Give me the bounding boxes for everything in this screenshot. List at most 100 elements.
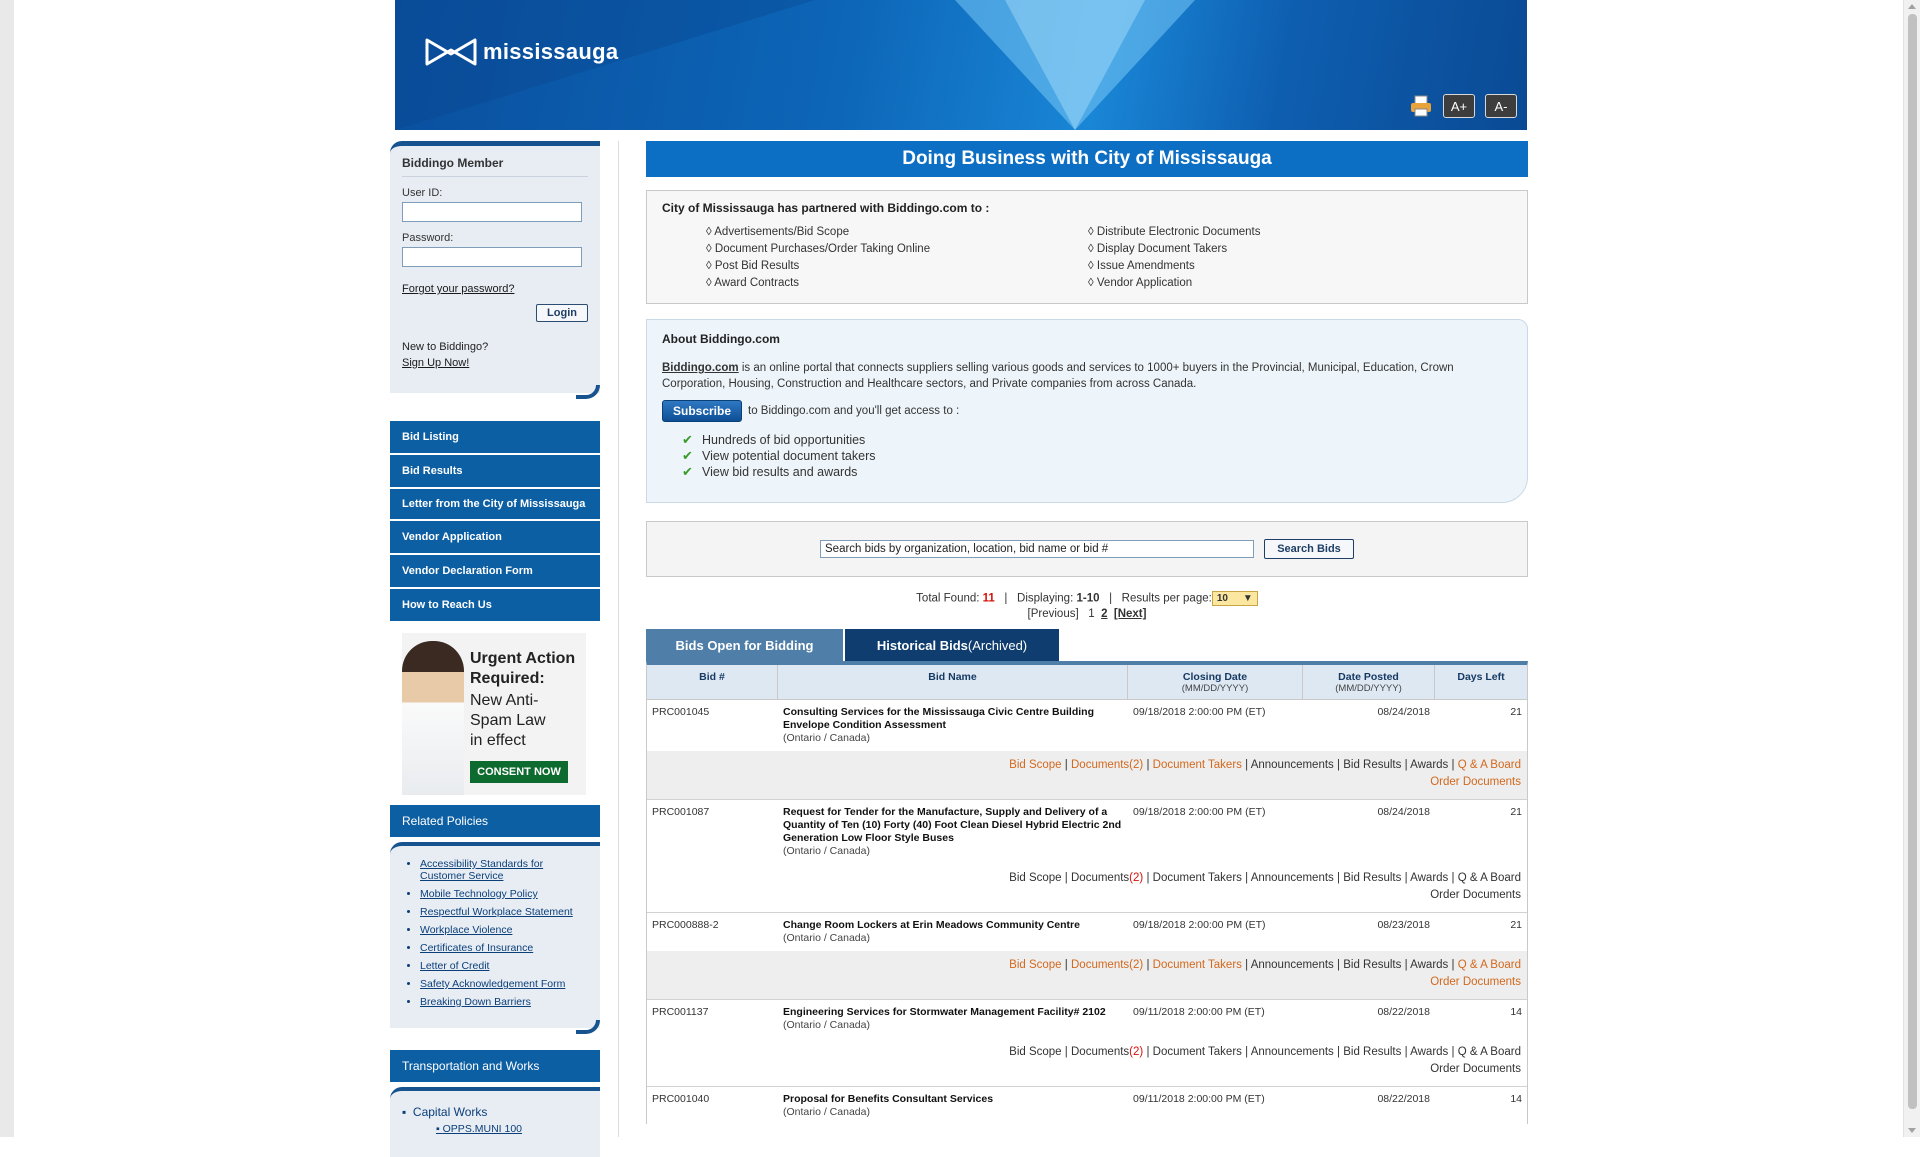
policy-link[interactable]: Accessibility Standards for Customer Ser…	[420, 858, 543, 882]
forgot-password-link[interactable]: Forgot your password?	[402, 283, 515, 295]
capital-works-link[interactable]: Capital Works	[413, 1105, 487, 1119]
ad-title-line2: Required:	[470, 670, 545, 687]
announcements-link[interactable]: Announcements	[1251, 1046, 1334, 1058]
scrollbar-thumb[interactable]	[1908, 14, 1917, 1109]
opps-muni-link[interactable]: OPPS.MUNI 100	[443, 1123, 522, 1135]
documents-link[interactable]: Documents(2)	[1071, 759, 1143, 771]
document-takers-link[interactable]: Document Takers	[1153, 872, 1242, 884]
displaying-range: 1-10	[1076, 592, 1100, 605]
partner-list-right: ◊ Distribute Electronic Documents ◊ Disp…	[1044, 224, 1426, 292]
table-row: PRC001045 Consulting Services for the Mi…	[647, 700, 1527, 800]
password-input[interactable]	[402, 247, 582, 267]
bid-name-link[interactable]: Engineering Services for Stormwater Mana…	[783, 1006, 1106, 1018]
sidebar-item-letter[interactable]: Letter from the City of Mississauga	[390, 489, 600, 521]
bid-number: PRC001045	[652, 706, 710, 718]
page-2-link[interactable]: 2	[1101, 608, 1107, 620]
list-item[interactable]: Workplace Violence	[420, 924, 588, 936]
announcements-link[interactable]: Announcements	[1251, 759, 1334, 771]
policy-link[interactable]: Breaking Down Barriers	[420, 996, 531, 1008]
policy-link[interactable]: Respectful Workplace Statement	[420, 906, 573, 918]
sidebar-item-vendor-declaration[interactable]: Vendor Declaration Form	[390, 555, 600, 589]
consent-now-button[interactable]: CONSENT NOW	[470, 761, 568, 783]
bid-scope-link[interactable]: Bid Scope	[1009, 872, 1061, 884]
qa-board-link[interactable]: Q & A Board	[1458, 959, 1521, 971]
list-item[interactable]: Mobile Technology Policy	[420, 888, 588, 900]
qa-board-link[interactable]: Q & A Board	[1458, 759, 1521, 771]
awards-link[interactable]: Awards	[1410, 872, 1448, 884]
policy-link[interactable]: Letter of Credit	[420, 960, 489, 972]
order-documents-link[interactable]: Order Documents	[1430, 776, 1521, 788]
bid-results-link[interactable]: Bid Results	[1343, 872, 1401, 884]
bid-name-link[interactable]: Proposal for Benefits Consultant Service…	[783, 1093, 993, 1105]
awards-link[interactable]: Awards	[1410, 1046, 1448, 1058]
mississauga-logo[interactable]: mississauga	[425, 36, 618, 68]
printer-icon[interactable]	[1409, 94, 1433, 118]
policy-link[interactable]: Safety Acknowledgement Form	[420, 978, 565, 990]
sidebar-item-bid-results[interactable]: Bid Results	[390, 455, 600, 489]
signup-link[interactable]: Sign Up Now!	[402, 357, 469, 369]
about-text: Biddingo.com is an online portal that co…	[662, 362, 1454, 390]
bid-name-link[interactable]: Consulting Services for the Mississauga …	[783, 706, 1094, 731]
list-item[interactable]: Letter of Credit	[420, 960, 588, 972]
list-item[interactable]: Safety Acknowledgement Form	[420, 978, 588, 990]
bid-number: PRC001137	[652, 1006, 709, 1018]
policy-link[interactable]: Workplace Violence	[420, 924, 512, 936]
font-increase-button[interactable]: A+	[1443, 94, 1475, 118]
policy-link[interactable]: Certificates of Insurance	[420, 942, 533, 954]
document-takers-link[interactable]: Document Takers	[1153, 1046, 1242, 1058]
login-button[interactable]: Login	[536, 304, 588, 322]
search-input[interactable]: Search bids by organization, location, b…	[820, 540, 1254, 558]
results-per-page-select[interactable]: 10 ▼	[1211, 591, 1258, 606]
documents-link[interactable]: Documents(2)	[1071, 1046, 1143, 1058]
subscribe-button[interactable]: Subscribe	[662, 400, 742, 422]
closing-date: 09/18/2018 2:00:00 PM (ET)	[1133, 706, 1266, 718]
chevron-down-icon: ▼	[1242, 593, 1253, 604]
tab-historical-bids[interactable]: Historical Bids (Archived)	[845, 629, 1059, 661]
partner-panel: City of Mississauga has partnered with B…	[646, 190, 1528, 304]
announcements-link[interactable]: Announcements	[1251, 872, 1334, 884]
list-item[interactable]: Breaking Down Barriers	[420, 996, 588, 1008]
announcements-link[interactable]: Announcements	[1251, 959, 1334, 971]
order-documents-link[interactable]: Order Documents	[1430, 976, 1521, 988]
search-bids-button[interactable]: Search Bids	[1264, 539, 1354, 559]
sidebar-item-how-to-reach[interactable]: How to Reach Us	[390, 589, 600, 623]
qa-board-link[interactable]: Q & A Board	[1458, 1046, 1521, 1058]
previous-page-link[interactable]: [Previous]	[1028, 608, 1079, 620]
list-item[interactable]: Certificates of Insurance	[420, 942, 588, 954]
bid-scope-link[interactable]: Bid Scope	[1009, 1046, 1061, 1058]
tab-bids-open[interactable]: Bids Open for Bidding	[646, 629, 843, 661]
order-documents-link[interactable]: Order Documents	[1430, 1063, 1521, 1075]
bid-results-link[interactable]: Bid Results	[1343, 959, 1401, 971]
awards-link[interactable]: Awards	[1410, 959, 1448, 971]
policy-link[interactable]: Mobile Technology Policy	[420, 888, 538, 900]
awards-link[interactable]: Awards	[1410, 759, 1448, 771]
user-id-input[interactable]	[402, 202, 582, 222]
font-decrease-button[interactable]: A-	[1485, 94, 1517, 118]
bid-scope-link[interactable]: Bid Scope	[1009, 759, 1061, 771]
sidebar-item-bid-listing[interactable]: Bid Listing	[390, 421, 600, 455]
list-item[interactable]: Respectful Workplace Statement	[420, 906, 588, 918]
document-takers-link[interactable]: Document Takers	[1153, 959, 1242, 971]
bid-scope-link[interactable]: Bid Scope	[1009, 959, 1061, 971]
sidebar-item-vendor-application[interactable]: Vendor Application	[390, 521, 600, 555]
scroll-up-icon[interactable]	[1908, 4, 1916, 9]
order-documents-link[interactable]: Order Documents	[1430, 889, 1521, 901]
qa-board-link[interactable]: Q & A Board	[1458, 872, 1521, 884]
bid-results-link[interactable]: Bid Results	[1343, 1046, 1401, 1058]
anti-spam-ad[interactable]: Urgent Action Required: New Anti- Spam Law…	[402, 633, 586, 795]
biddingo-link[interactable]: Biddingo.com	[662, 362, 739, 374]
bid-number: PRC001040	[652, 1093, 710, 1105]
document-takers-link[interactable]: Document Takers	[1153, 759, 1242, 771]
documents-link[interactable]: Documents(2)	[1071, 872, 1143, 884]
documents-link[interactable]: Documents(2)	[1071, 959, 1143, 971]
row-actions: Bid Scope | Documents(2) | Document Take…	[1009, 872, 1521, 901]
page-scrollbar[interactable]	[1903, 0, 1920, 1137]
table-row: PRC001040 Proposal for Benefits Consulta…	[647, 1087, 1527, 1119]
bid-name-link[interactable]: Change Room Lockers at Erin Meadows Comm…	[783, 919, 1080, 931]
bid-results-link[interactable]: Bid Results	[1343, 759, 1401, 771]
scroll-down-icon[interactable]	[1908, 1128, 1916, 1133]
next-page-link[interactable]: [Next]	[1114, 608, 1147, 620]
closing-date: 09/18/2018 2:00:00 PM (ET)	[1133, 919, 1266, 931]
list-item[interactable]: Accessibility Standards for Customer Ser…	[420, 858, 588, 882]
bid-name-link[interactable]: Request for Tender for the Manufacture, …	[783, 806, 1121, 844]
